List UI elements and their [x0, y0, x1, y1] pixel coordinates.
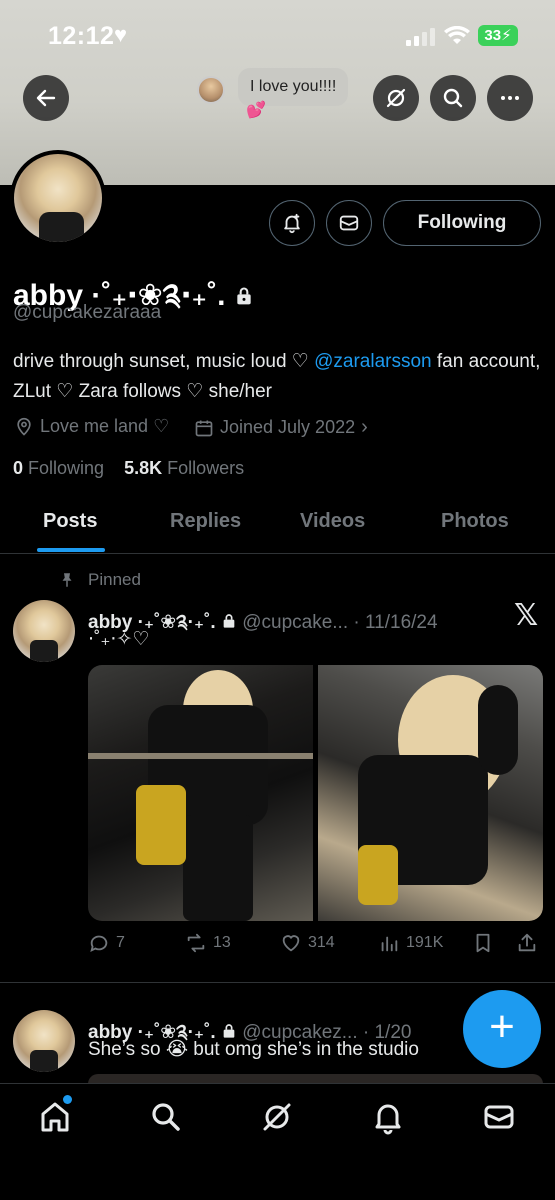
- post-actions: 7 13 314 191K: [0, 932, 555, 958]
- chevron-right-icon: ›: [361, 416, 368, 438]
- status-time: 12:12: [48, 22, 115, 50]
- search-icon: [152, 1103, 180, 1131]
- battery-level: 33: [484, 27, 502, 44]
- nav-search[interactable]: [148, 1099, 184, 1135]
- reply-icon: [90, 935, 108, 953]
- lock-icon: [237, 287, 251, 305]
- battery-indicator: 33⚡: [478, 25, 518, 46]
- status-bar: 12:12 ♥ 33⚡: [0, 0, 555, 70]
- notify-button[interactable]: [269, 200, 315, 246]
- more-button[interactable]: [487, 75, 533, 121]
- calendar-icon: [195, 420, 213, 436]
- bookmark-icon: [476, 933, 490, 953]
- active-tab-indicator: [37, 548, 105, 552]
- pinned-label: Pinned: [58, 570, 141, 590]
- follow-counts: 0 Following 5.8K Followers: [13, 458, 244, 479]
- like-button[interactable]: 314: [280, 932, 335, 954]
- bell-plus-icon: [284, 213, 300, 234]
- nav-messages[interactable]: [481, 1099, 517, 1135]
- grok-button[interactable]: [373, 75, 419, 121]
- bookmark-button[interactable]: [472, 932, 494, 954]
- followers-label: Followers: [167, 458, 245, 478]
- post-text-start: She’s so: [88, 1039, 166, 1060]
- envelope-icon: [339, 215, 359, 231]
- compose-post-button[interactable]: +: [463, 990, 541, 1068]
- tab-videos[interactable]: Videos: [300, 510, 365, 533]
- signal-icon: [406, 28, 435, 46]
- share-button[interactable]: [516, 932, 538, 954]
- nav-home[interactable]: [37, 1095, 73, 1135]
- following-label: Following: [28, 458, 105, 478]
- followers-count: 5.8K: [124, 458, 163, 478]
- post-handle-date: @cupcake... · 11/16/24: [242, 612, 438, 633]
- post-divider: [0, 982, 555, 983]
- search-button[interactable]: [430, 75, 476, 121]
- pin-icon: [62, 573, 72, 587]
- more-icon: [501, 96, 519, 100]
- grok-icon: [386, 88, 406, 108]
- reply-count: 7: [116, 934, 125, 951]
- post-avatar[interactable]: [13, 600, 75, 662]
- nav-grok[interactable]: [259, 1099, 295, 1135]
- tab-posts[interactable]: Posts: [43, 510, 97, 533]
- views-chart-icon: [381, 936, 398, 952]
- back-arrow-icon: [36, 89, 56, 107]
- view-count: 191K: [406, 934, 444, 951]
- share-icon: [518, 933, 536, 952]
- tab-photos[interactable]: Photos: [441, 510, 509, 533]
- profile-handle: @cupcakezaraaa: [13, 302, 162, 323]
- repost-icon: [187, 933, 205, 953]
- note-emoji: 💕: [246, 102, 266, 119]
- following-count-link[interactable]: 0 Following: [13, 458, 104, 478]
- wifi-icon: [444, 26, 470, 44]
- pinned-text: Pinned: [88, 570, 141, 589]
- heart-icon: [282, 935, 300, 952]
- profile-joined[interactable]: Joined July 2022 ›: [194, 416, 368, 439]
- grok-icon: [263, 1103, 291, 1131]
- tab-replies[interactable]: Replies: [170, 510, 241, 533]
- reply-button[interactable]: 7: [88, 932, 125, 954]
- nav-notifications[interactable]: [370, 1099, 406, 1135]
- location-pin-icon: [17, 417, 31, 436]
- bell-icon: [375, 1104, 401, 1135]
- post-avatar[interactable]: [13, 1010, 75, 1072]
- location-text: Love me land ♡: [40, 416, 170, 436]
- profile-tabs: Posts Replies Videos Photos: [0, 500, 555, 554]
- views-button[interactable]: 191K: [378, 932, 443, 954]
- post-text-end: but omg she’s in the studio: [188, 1039, 419, 1060]
- heart-icon: ♥: [114, 22, 128, 47]
- post-text: She’s so 😭 but omg she’s in the studio: [88, 1038, 419, 1061]
- crying-emoji: 😭: [165, 1039, 189, 1060]
- notification-dot: [63, 1095, 72, 1104]
- bio-mention-link[interactable]: @zaralarsson: [314, 351, 432, 372]
- post-image-2[interactable]: [318, 665, 543, 921]
- joined-text: Joined July 2022: [220, 417, 356, 437]
- following-count: 0: [13, 458, 24, 478]
- profile-bio: drive through sunset, music loud ♡ @zara…: [13, 347, 543, 407]
- profile-location: Love me land ♡: [14, 416, 169, 437]
- message-button[interactable]: [326, 200, 372, 246]
- search-icon: [443, 88, 463, 108]
- home-icon: [41, 1102, 69, 1132]
- profile-avatar[interactable]: [10, 150, 106, 246]
- followers-count-link[interactable]: 5.8K Followers: [124, 458, 244, 478]
- like-count: 314: [308, 934, 335, 951]
- repost-count: 13: [213, 934, 231, 951]
- repost-button[interactable]: 13: [185, 932, 231, 954]
- envelope-icon: [484, 1105, 514, 1129]
- post-text: ⋅˚₊‧✧♡: [88, 629, 150, 650]
- note-avatar[interactable]: [197, 76, 225, 104]
- following-button[interactable]: Following: [383, 200, 541, 246]
- x-logo-icon: 𝕏: [514, 599, 539, 632]
- plus-icon: +: [489, 1002, 515, 1051]
- bottom-navigation: [0, 1083, 555, 1200]
- post-image-1[interactable]: [88, 665, 313, 921]
- bio-text-start: drive through sunset, music loud ♡: [13, 351, 315, 372]
- back-button[interactable]: [23, 75, 69, 121]
- lock-icon: [223, 614, 235, 628]
